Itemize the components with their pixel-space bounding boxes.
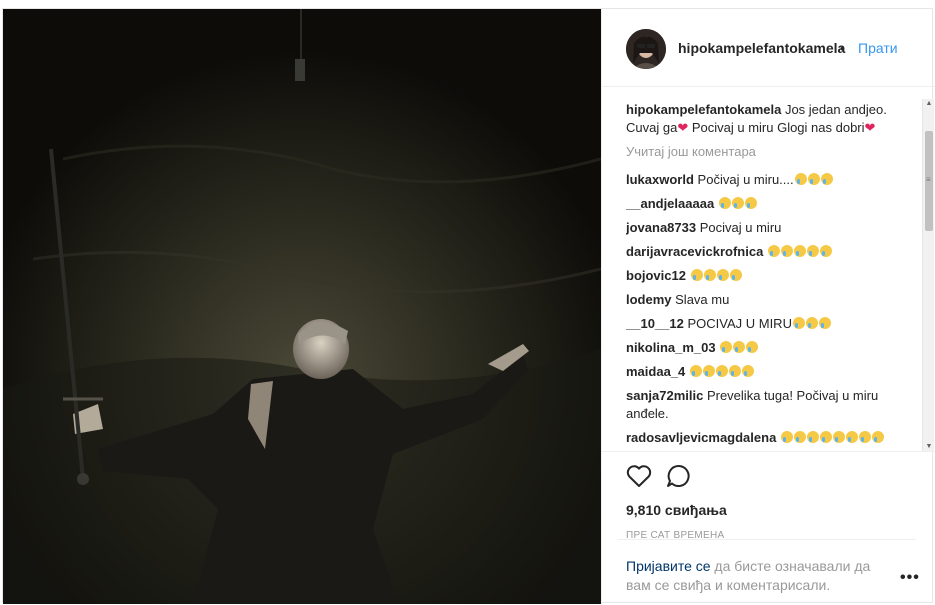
- speech-bubble-icon[interactable]: [666, 464, 692, 493]
- comment-text: Slava mu: [675, 292, 730, 307]
- comment-username[interactable]: lodemy: [626, 292, 672, 307]
- scroll-grip-icon: ≡: [926, 175, 931, 184]
- comment-username[interactable]: maidaa_4: [626, 364, 685, 379]
- crying-emoji-icon: [858, 431, 871, 443]
- comment-username[interactable]: __andjelaaaaa: [626, 196, 714, 211]
- crying-emoji-icon: [689, 365, 702, 377]
- follow-button[interactable]: Прати: [858, 40, 898, 56]
- login-link[interactable]: Пријавите се: [626, 558, 711, 574]
- post-photo[interactable]: [3, 9, 601, 604]
- crying-emoji-icon: [818, 317, 831, 329]
- crying-emoji-icon: [716, 269, 729, 281]
- caption: hipokampelefantokamela Jos jedan andjeo.…: [626, 101, 918, 137]
- crying-emoji-icon: [793, 431, 806, 443]
- crying-emoji-icon: [780, 431, 793, 443]
- more-options-icon[interactable]: •••: [900, 569, 920, 587]
- crying-emoji-icon: [718, 197, 731, 209]
- comment-row: jovana8733 Pocivaj u miru: [626, 219, 918, 237]
- crying-emoji-icon: [767, 245, 780, 257]
- comment-username[interactable]: lukaxworld: [626, 172, 694, 187]
- crying-emoji-icon: [729, 269, 742, 281]
- comment-username[interactable]: jovana8733: [626, 220, 696, 235]
- footer-divider: [618, 539, 916, 540]
- comment-username[interactable]: bojovic12: [626, 268, 686, 283]
- comment-text: Počivaj u miru....: [697, 172, 794, 187]
- post-actions: 9,810 свиђања ПРЕ САТ ВРЕМЕНА: [602, 451, 935, 561]
- comment-row: nikolina_m_03: [626, 339, 918, 357]
- comment-row: __10__12 POCIVAJ U MIRU: [626, 315, 918, 333]
- comment-username[interactable]: sanja72milic: [626, 388, 703, 403]
- comments-scrollbar[interactable]: ▲ ≡ ▼: [922, 99, 934, 451]
- comment-username[interactable]: nikolina_m_03: [626, 340, 716, 355]
- crying-emoji-icon: [715, 365, 728, 377]
- crying-emoji-icon: [744, 197, 757, 209]
- crying-emoji-icon: [819, 431, 832, 443]
- crying-emoji-icon: [807, 173, 820, 185]
- heart-outline-icon[interactable]: [626, 464, 652, 493]
- post-container: hipokampelefantokamela • Прати hipokampe…: [2, 8, 935, 604]
- comment-row: lodemy Slava mu: [626, 291, 918, 309]
- crying-emoji-icon: [794, 173, 807, 185]
- crying-emoji-icon: [746, 341, 759, 353]
- load-more-comments-button[interactable]: Учитај још коментара: [626, 143, 918, 161]
- caption-text-2: Pocivaj u miru Glogi nas dobri: [688, 120, 865, 135]
- crying-emoji-icon: [741, 365, 754, 377]
- crying-emoji-icon: [871, 431, 884, 443]
- crying-emoji-icon: [793, 245, 806, 257]
- crying-emoji-icon: [731, 197, 744, 209]
- crying-emoji-icon: [820, 173, 833, 185]
- crying-emoji-icon: [728, 365, 741, 377]
- crying-emoji-icon: [690, 269, 703, 281]
- scroll-down-arrow-icon[interactable]: ▼: [925, 443, 933, 450]
- heart-emoji-icon: ❤: [677, 120, 689, 135]
- comment-row: maidaa_4: [626, 363, 918, 381]
- crying-emoji-icon: [845, 431, 858, 443]
- crying-emoji-icon: [720, 341, 733, 353]
- caption-username[interactable]: hipokampelefantokamela: [626, 102, 781, 117]
- comments-list[interactable]: hipokampelefantokamela Jos jedan andjeo.…: [626, 101, 918, 447]
- likes-count[interactable]: 9,810 свиђања: [626, 502, 727, 518]
- comment-row: __andjelaaaaa: [626, 195, 918, 213]
- scroll-up-arrow-icon[interactable]: ▲: [925, 100, 933, 107]
- crying-emoji-icon: [805, 317, 818, 329]
- comment-row: bojovic12: [626, 267, 918, 285]
- comment-rows: lukaxworld Počivaj u miru.... __andjelaaa…: [626, 171, 918, 447]
- post-header: hipokampelefantokamela • Прати: [602, 9, 935, 87]
- post-sidebar: hipokampelefantokamela • Прати hipokampe…: [601, 9, 935, 604]
- crying-emoji-icon: [702, 365, 715, 377]
- comment-username[interactable]: radosavljevicmagdalena: [626, 430, 776, 445]
- heart-emoji-icon: ❤: [864, 120, 876, 135]
- header-username[interactable]: hipokampelefantokamela: [678, 40, 845, 56]
- stage-photo-image: [3, 9, 601, 604]
- comment-row: radosavljevicmagdalena: [626, 429, 918, 447]
- crying-emoji-icon: [733, 341, 746, 353]
- avatar[interactable]: [626, 29, 666, 69]
- header-separator-dot: •: [840, 40, 845, 56]
- comment-text: Pocivaj u miru: [699, 220, 782, 235]
- comment-username[interactable]: __10__12: [626, 316, 684, 331]
- crying-emoji-icon: [806, 431, 819, 443]
- crying-emoji-icon: [703, 269, 716, 281]
- comment-row: lukaxworld Počivaj u miru....: [626, 171, 918, 189]
- crying-emoji-icon: [780, 245, 793, 257]
- comment-row: darijavracevickrofnica: [626, 243, 918, 261]
- crying-emoji-icon: [819, 245, 832, 257]
- crying-emoji-icon: [792, 317, 805, 329]
- comment-username[interactable]: darijavracevickrofnica: [626, 244, 763, 259]
- comment-text: POCIVAJ U MIRU: [687, 316, 792, 331]
- crying-emoji-icon: [806, 245, 819, 257]
- comment-row: sanja72milic Prevelika tuga! Počivaj u m…: [626, 387, 918, 423]
- login-prompt: Пријавите се да бисте означавали да вам …: [626, 557, 876, 595]
- avatar-image: [626, 29, 666, 69]
- crying-emoji-icon: [832, 431, 845, 443]
